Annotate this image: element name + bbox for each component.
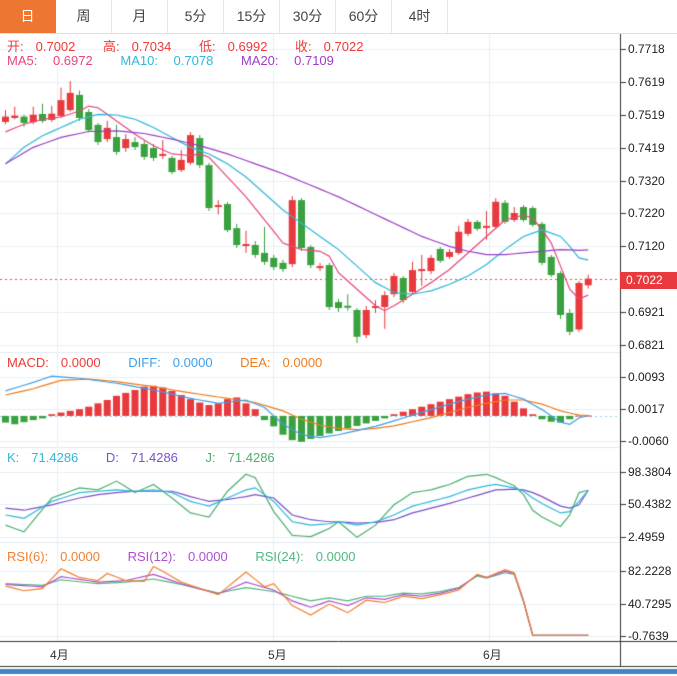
chart-app: 日 周 月 5分 15分 30分 60分 4时 开: 0.7002 高: 0.703… — [0, 0, 677, 676]
tab-week[interactable]: 周 — [56, 0, 112, 33]
period-tabbar: 日 周 月 5分 15分 30分 60分 4时 — [0, 0, 677, 34]
tab-30min[interactable]: 30分 — [280, 0, 336, 33]
tab-day[interactable]: 日 — [0, 0, 56, 33]
tab-4hour[interactable]: 4时 — [392, 0, 448, 33]
tab-month[interactable]: 月 — [112, 0, 168, 33]
tab-15min[interactable]: 15分 — [224, 0, 280, 33]
chart-canvas[interactable] — [0, 0, 677, 676]
tab-5min[interactable]: 5分 — [168, 0, 224, 33]
tab-60min[interactable]: 60分 — [336, 0, 392, 33]
